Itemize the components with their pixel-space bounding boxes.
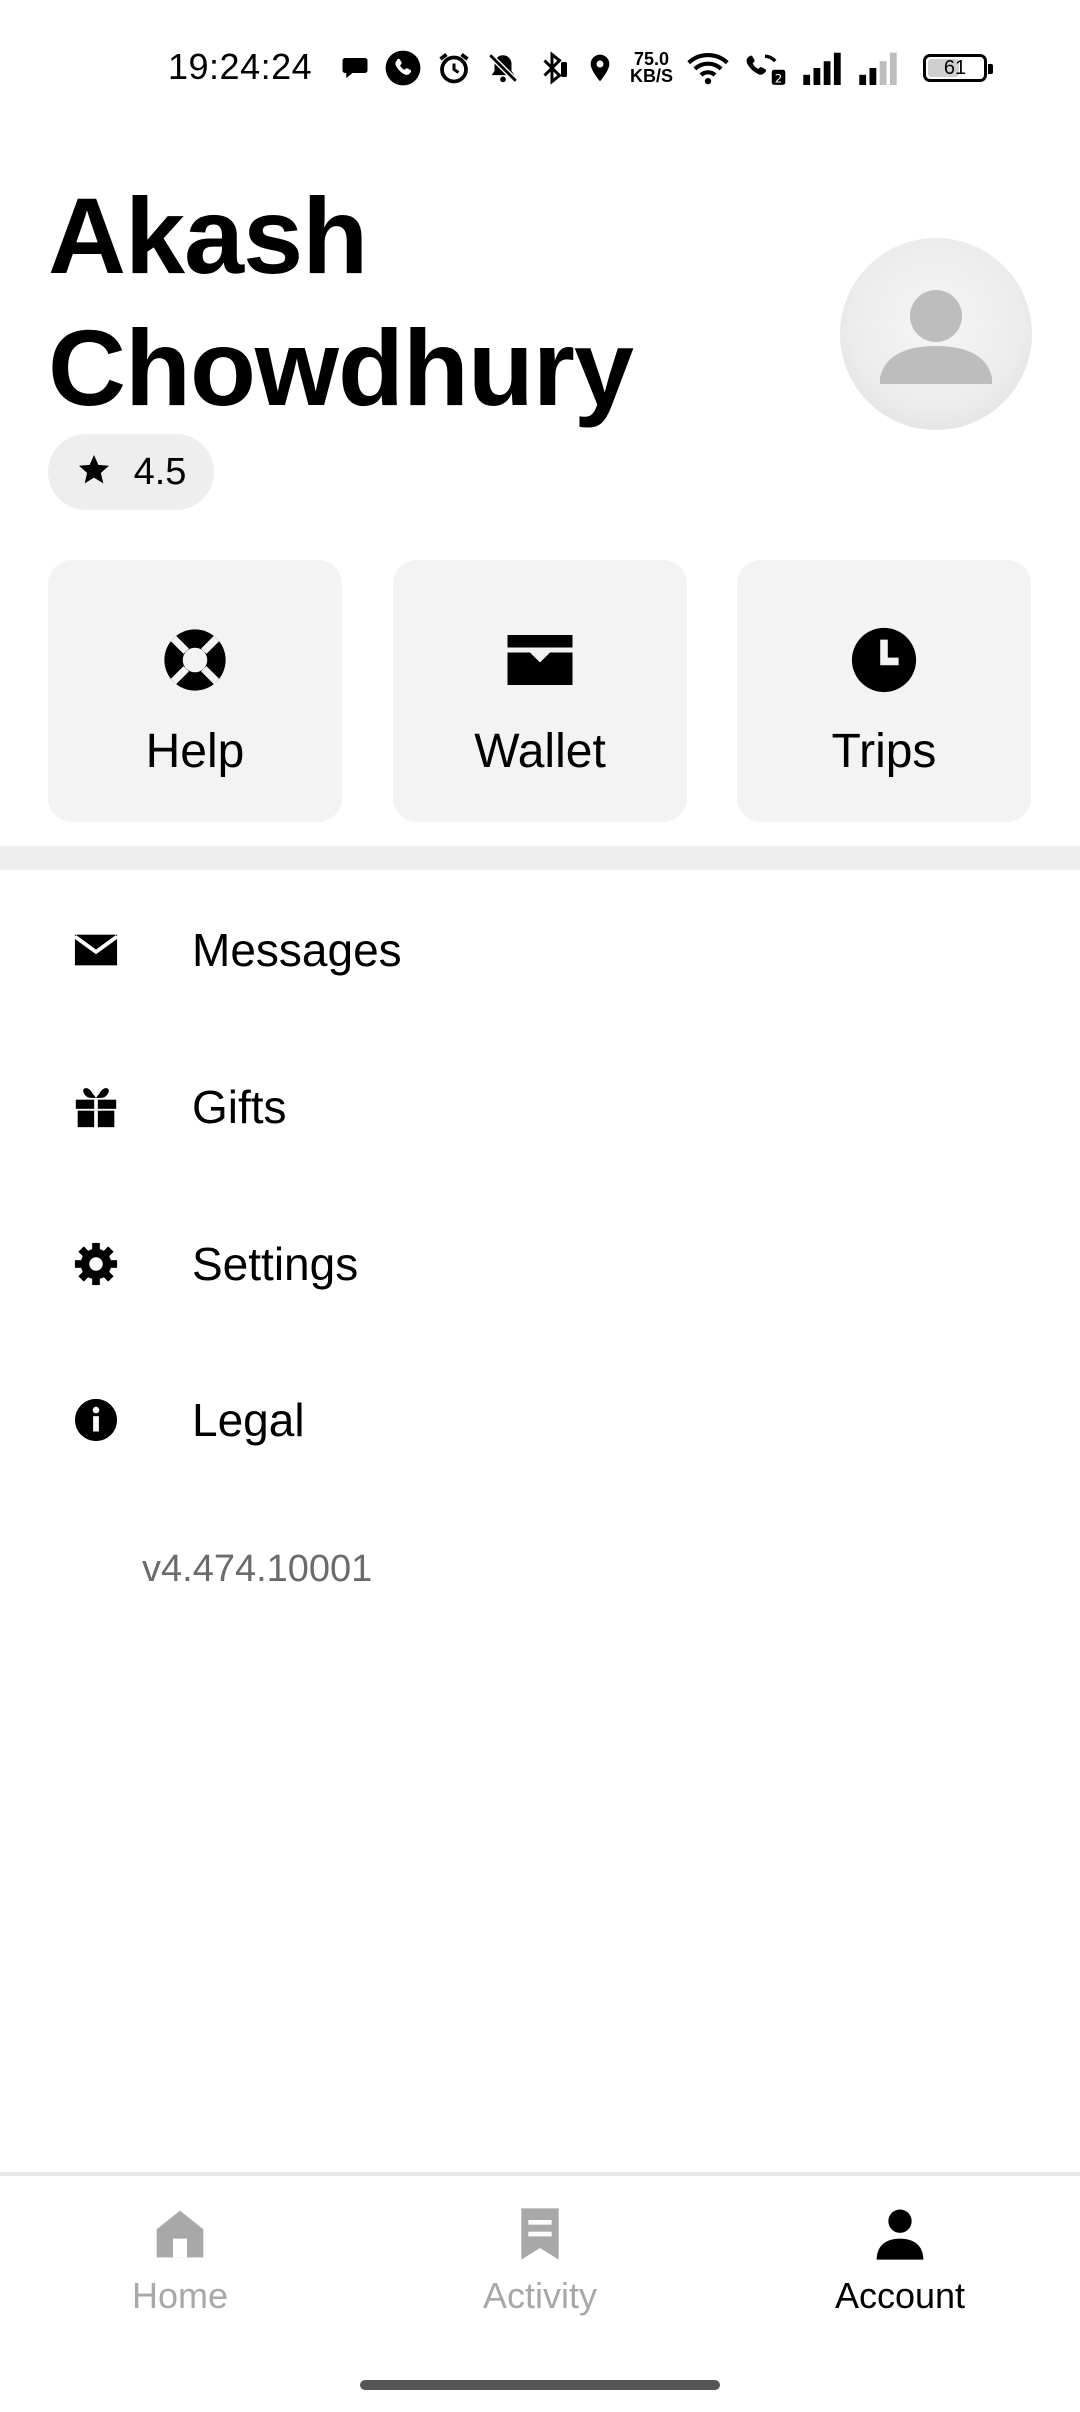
nav-activity-label: Activity	[482, 2275, 597, 2316]
receipt-icon	[512, 2206, 568, 2267]
menu-item-legal[interactable]: Legal	[0, 1342, 1080, 1498]
nav-home-label: Home	[131, 2275, 229, 2316]
menu-item-label: Settings	[192, 1238, 359, 1290]
help-tile[interactable]: Help	[48, 560, 342, 822]
menu-item-gifts[interactable]: Gifts	[0, 1029, 1080, 1185]
phone-icon	[384, 49, 422, 87]
user-first-name: Akash	[48, 175, 368, 296]
home-icon	[152, 2206, 208, 2267]
menu-item-settings[interactable]: Settings	[0, 1186, 1080, 1342]
person-icon	[872, 2206, 928, 2267]
nav-activity[interactable]: Activity	[390, 2206, 690, 2326]
app-version: v4.474.10001	[142, 1548, 373, 1590]
status-icons: 75.0 KB/S 2 61	[340, 44, 994, 92]
alarm-icon	[436, 50, 472, 86]
rating-value: 4.5	[133, 450, 187, 493]
battery-level: 61	[943, 57, 967, 79]
wallet-icon	[505, 620, 575, 700]
signal-icon	[857, 51, 899, 85]
home-indicator[interactable]	[360, 2380, 720, 2390]
svg-text:2: 2	[775, 71, 783, 85]
section-divider	[0, 846, 1080, 870]
user-name: Akash Chowdhury	[48, 170, 768, 434]
wifi-calling-icon: 2	[743, 50, 787, 86]
menu-item-label: Gifts	[192, 1081, 287, 1133]
nav-home[interactable]: Home	[30, 2206, 330, 2326]
user-last-name: Chowdhury	[48, 307, 634, 428]
trips-tile[interactable]: Trips	[737, 560, 1031, 822]
person-placeholder-icon	[880, 290, 992, 384]
menu-item-messages[interactable]: Messages	[0, 872, 1080, 1028]
clock-icon	[849, 620, 919, 700]
wifi-icon	[687, 50, 729, 86]
location-icon	[584, 51, 616, 85]
avatar[interactable]	[840, 238, 1032, 430]
net-speed: 75.0 KB/S	[630, 50, 674, 86]
status-bar: 19:24:24 75.0 KB/S 2 61	[0, 0, 1080, 140]
lifebuoy-icon	[160, 620, 230, 700]
status-time: 19:24:24	[168, 46, 313, 87]
star-icon	[76, 452, 112, 493]
gear-icon	[0, 1241, 192, 1287]
chat-bubble-icon	[340, 53, 370, 83]
bell-muted-icon	[486, 51, 520, 85]
menu-item-label: Legal	[192, 1394, 305, 1446]
trips-tile-label: Trips	[831, 725, 937, 778]
wallet-tile[interactable]: Wallet	[393, 560, 687, 822]
envelope-icon	[0, 932, 192, 968]
bottom-nav-border	[0, 2172, 1080, 2176]
info-icon	[0, 1397, 192, 1443]
net-speed-unit: KB/S	[630, 66, 674, 86]
rating-badge[interactable]: 4.5	[48, 434, 214, 510]
signal-icon	[801, 51, 843, 85]
menu-item-label: Messages	[192, 924, 402, 976]
nav-account-label: Account	[834, 2275, 966, 2316]
bluetooth-icon	[534, 50, 570, 86]
battery-icon: 61	[923, 54, 994, 82]
nav-account[interactable]: Account	[750, 2206, 1050, 2326]
gift-icon	[0, 1085, 192, 1129]
help-tile-label: Help	[145, 725, 245, 778]
wallet-tile-label: Wallet	[474, 725, 606, 778]
